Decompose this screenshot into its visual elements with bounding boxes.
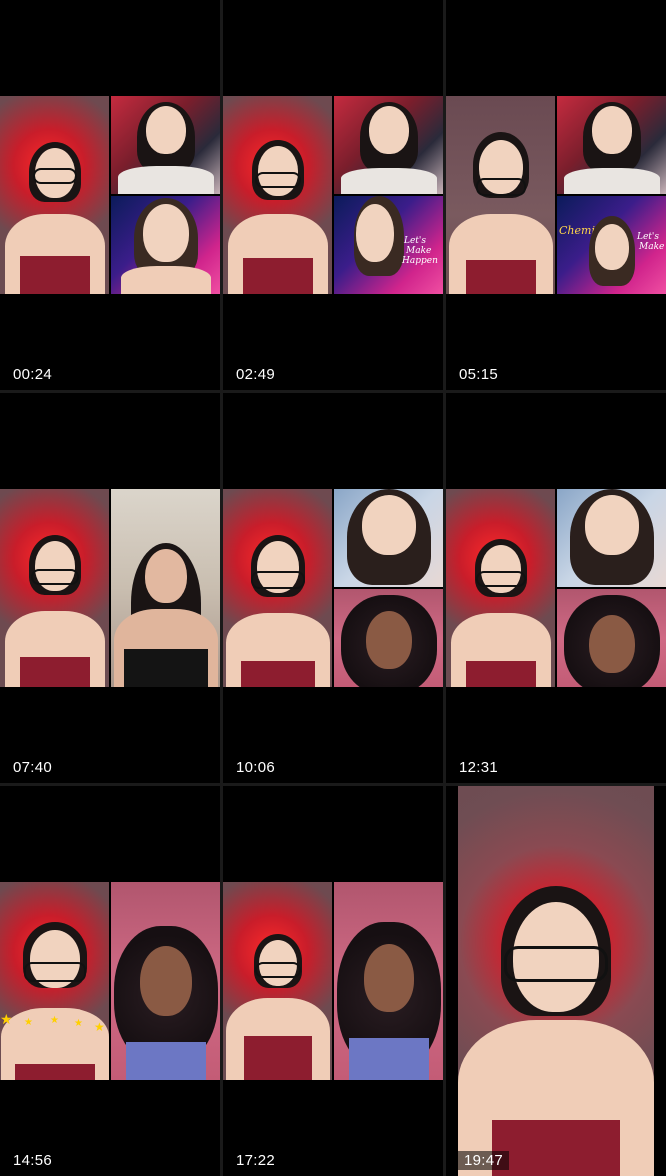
split-screen-frame (223, 489, 443, 687)
host-video-feed (0, 96, 109, 294)
star-icon: ★ (94, 1020, 105, 1034)
timestamp-label: 19:47 (458, 1151, 510, 1170)
host-video-feed (223, 489, 332, 687)
thumbnail-tile[interactable]: 10:06 (223, 393, 443, 783)
guest-video-feed (557, 589, 666, 687)
guest-video-feed (334, 589, 443, 687)
split-screen-frame (0, 489, 220, 687)
timestamp-label: 12:31 (459, 759, 499, 776)
timestamp-label: 00:24 (13, 366, 53, 383)
poster-text: Make (639, 242, 665, 252)
guest-video-feed (111, 882, 220, 1080)
star-icon: ★ (50, 1015, 59, 1026)
sparkle-filter-effect: ★ ★ ★ ★ ★ (0, 1012, 108, 1034)
split-screen-frame (0, 96, 220, 294)
poster-text: Make (406, 246, 432, 256)
timestamp-label: 10:06 (236, 759, 276, 776)
poster-text: Let's (637, 232, 660, 242)
timestamp-label: 14:56 (13, 1152, 53, 1169)
guest-video-feed: Chemiah Let's Make (557, 196, 666, 294)
thumbnail-tile[interactable]: 17:22 (223, 786, 443, 1176)
video-thumbnail-grid: 00:24 Let's Make Happen 02:49 Chemiah Le… (0, 0, 666, 1176)
guest-video-feed (557, 96, 666, 194)
thumbnail-tile[interactable]: ★ ★ ★ ★ ★ 14:56 (0, 786, 220, 1176)
thumbnail-tile[interactable]: 12:31 (446, 393, 666, 783)
split-screen-frame: Chemiah Let's Make (446, 96, 666, 294)
host-video-feed (0, 489, 109, 687)
timestamp-label: 17:22 (236, 1152, 276, 1169)
split-screen-frame (446, 489, 666, 687)
poster-text: Let's (404, 236, 427, 246)
grid-divider (0, 783, 666, 786)
grid-divider (443, 0, 446, 1176)
thumbnail-tile[interactable]: 07:40 (0, 393, 220, 783)
host-video-feed (446, 489, 555, 687)
host-video-feed (446, 96, 555, 294)
guest-video-feed (111, 96, 220, 194)
guest-video-feed (334, 489, 443, 587)
star-icon: ★ (74, 1018, 83, 1029)
split-screen-frame (223, 882, 443, 1080)
guest-video-feed (111, 196, 220, 294)
guest-video-feed: Let's Make Happen (334, 196, 443, 294)
timestamp-label: 07:40 (13, 759, 53, 776)
poster-text: Happen (402, 256, 438, 266)
thumbnail-tile[interactable] (458, 786, 654, 1176)
host-video-feed (223, 882, 332, 1080)
guest-video-feed (334, 882, 443, 1080)
grid-divider (220, 0, 223, 1176)
host-video-feed (223, 96, 332, 294)
guest-video-feed (557, 489, 666, 587)
star-icon: ★ (0, 1011, 13, 1027)
timestamp-label: 02:49 (236, 366, 276, 383)
guest-video-feed (111, 489, 220, 687)
thumbnail-tile[interactable]: Let's Make Happen 02:49 (223, 0, 443, 390)
split-screen-frame (0, 882, 220, 1080)
thumbnail-tile[interactable]: 00:24 (0, 0, 220, 390)
thumbnail-tile[interactable]: Chemiah Let's Make 05:15 (446, 0, 666, 390)
grid-divider (0, 390, 666, 393)
timestamp-label: 05:15 (459, 366, 499, 383)
guest-video-feed (334, 96, 443, 194)
host-video-feed (0, 882, 109, 1080)
host-video-feed (458, 786, 654, 1176)
split-screen-frame: Let's Make Happen (223, 96, 443, 294)
star-icon: ★ (24, 1017, 33, 1028)
